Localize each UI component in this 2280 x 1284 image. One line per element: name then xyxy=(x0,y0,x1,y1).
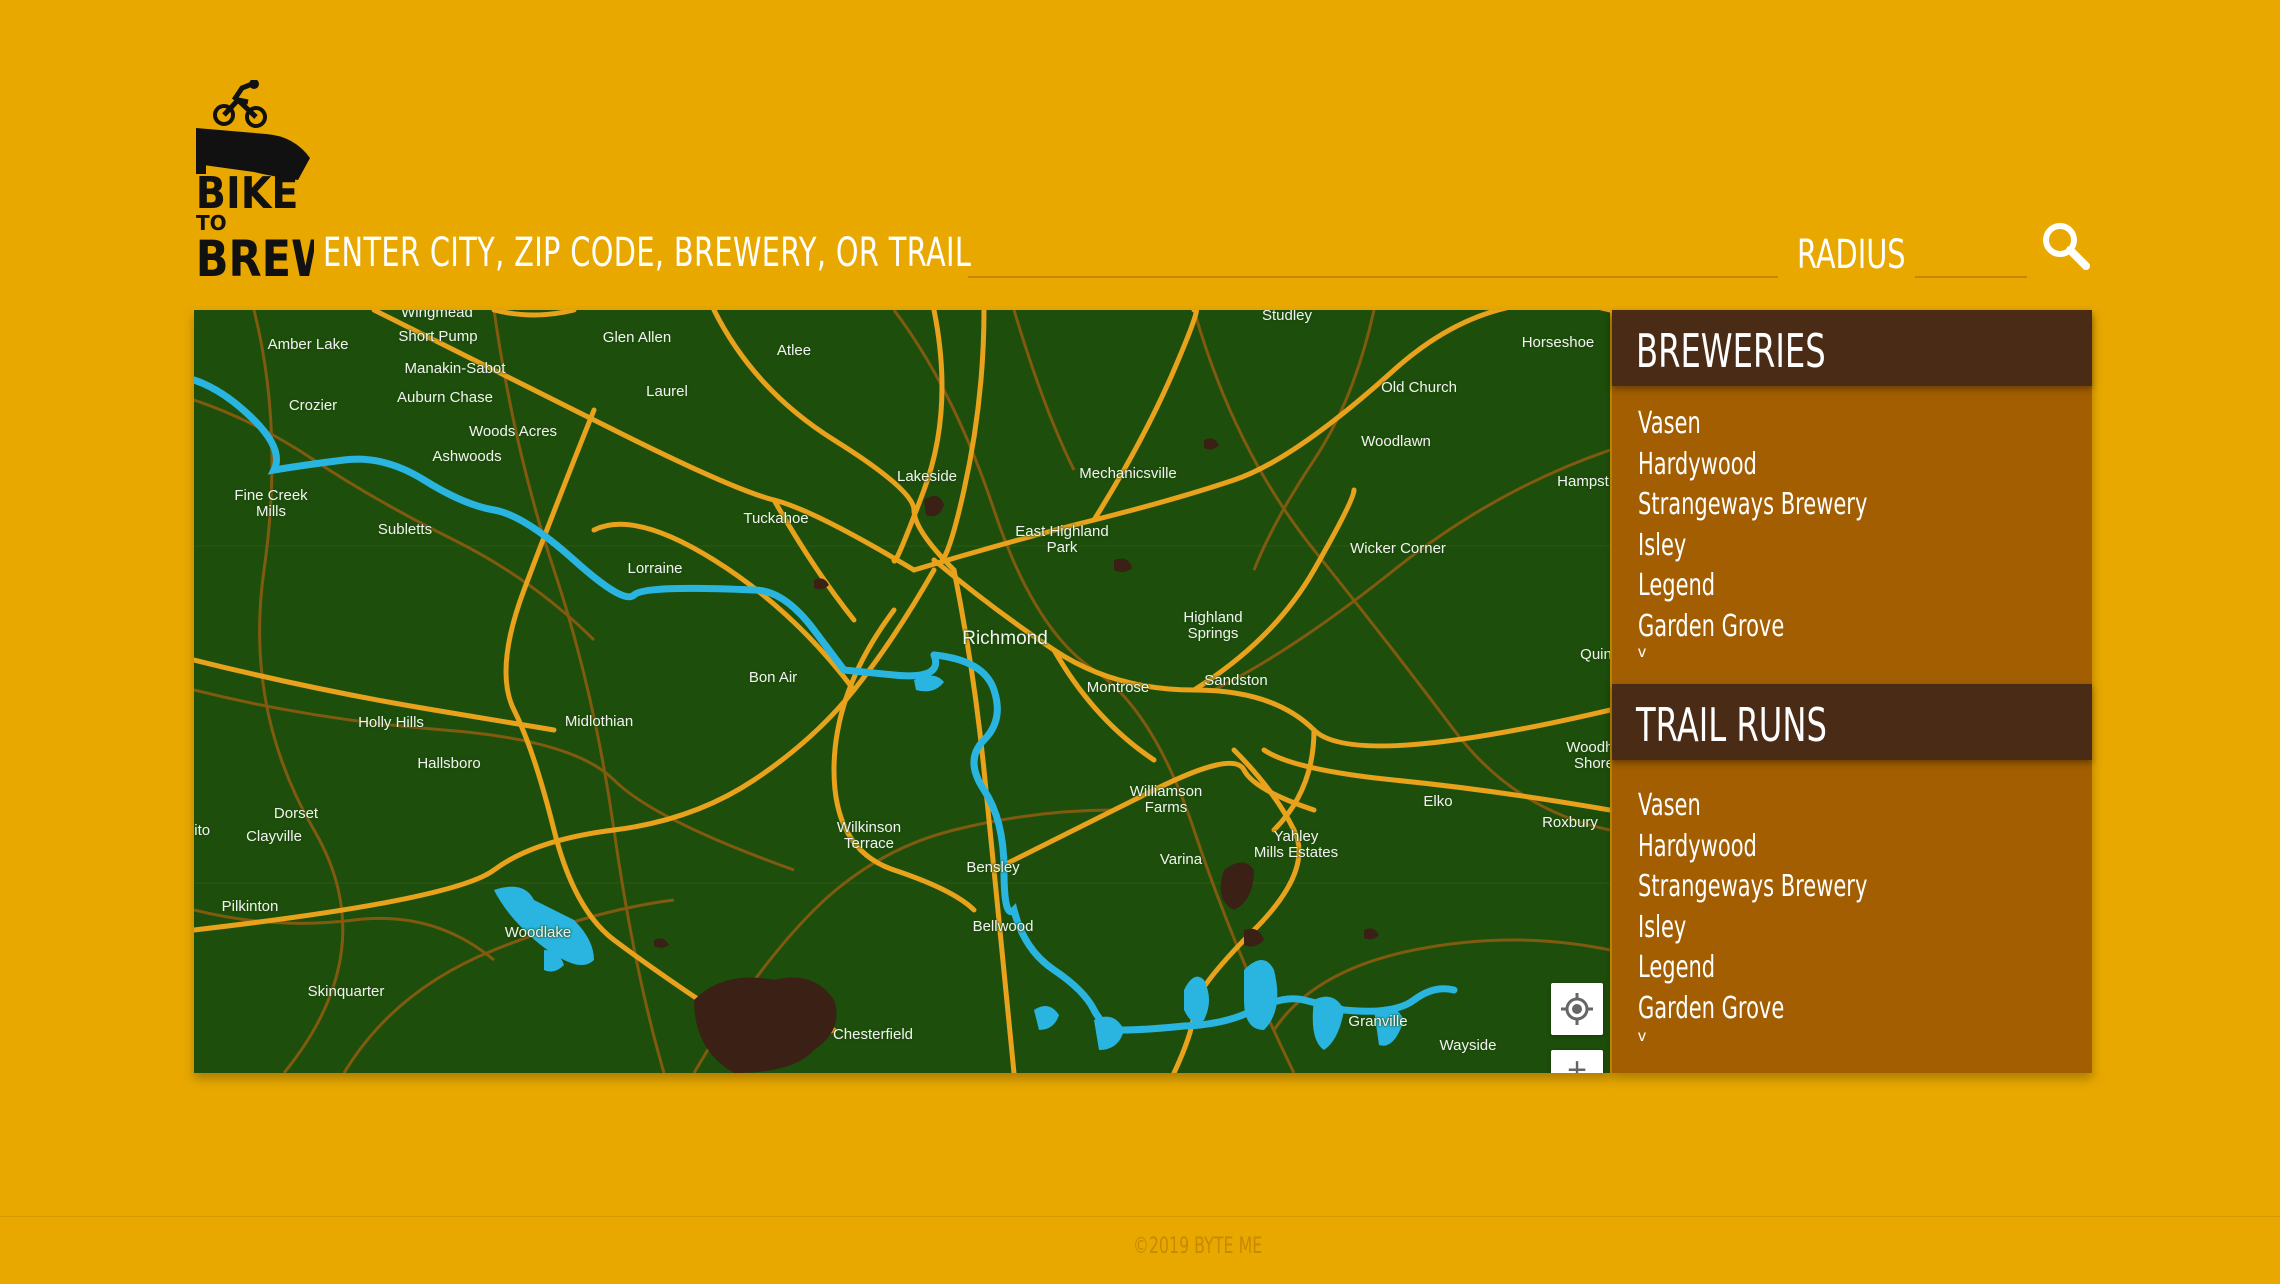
map-label: Bellwood xyxy=(972,918,1034,935)
trail-runs-more-chevron-icon[interactable]: v xyxy=(1638,1028,1646,1046)
map-label: Highland Springs xyxy=(1183,609,1243,642)
trail-runs-header: TRAIL RUNS xyxy=(1612,684,2092,760)
map-label: Amber Lake xyxy=(267,336,349,353)
map-label: Old Church xyxy=(1381,379,1457,396)
map-label: Ashwoods xyxy=(432,448,502,465)
map-label: Elko xyxy=(1423,793,1453,810)
breweries-header: BREWERIES xyxy=(1612,310,2092,386)
map-label: Lorraine xyxy=(627,560,683,577)
map-label: East Highland Park xyxy=(1015,523,1109,556)
trail-run-item[interactable]: Garden Grove xyxy=(1638,991,1867,1032)
crosshair-icon xyxy=(1561,993,1593,1025)
map-label: Manakin-Sabot xyxy=(404,360,506,377)
map-label: Skinquarter xyxy=(307,983,385,1000)
map-label: Woodlake xyxy=(504,924,572,941)
footer-divider xyxy=(0,1216,2280,1217)
map-label: Holly Hills xyxy=(358,714,424,731)
trail-run-item[interactable]: Vasen xyxy=(1638,788,1867,829)
map-label: Bensley xyxy=(966,859,1020,876)
results-panel: BREWERIES Vasen Hardywood Strangeways Br… xyxy=(1612,310,2092,1073)
trail-runs-list: Vasen Hardywood Strangeways Brewery Isle… xyxy=(1638,788,1966,1031)
map-label: Atlee xyxy=(776,342,812,359)
logo-graphic: BIKE TO BREW xyxy=(196,79,338,288)
map-label: Glen Allen xyxy=(602,329,672,346)
brewery-item[interactable]: Hardywood xyxy=(1638,447,1867,488)
map-label: Mechanicsville xyxy=(1079,465,1177,482)
map-label: Bon Air xyxy=(748,669,798,686)
breweries-list: Vasen Hardywood Strangeways Brewery Isle… xyxy=(1638,406,1966,649)
map-label: Chesterfield xyxy=(832,1026,914,1043)
map-label: Horseshoe xyxy=(1521,334,1595,351)
brewery-item[interactable]: Isley xyxy=(1638,528,1867,569)
map-label: Clayville xyxy=(246,828,302,845)
my-location-button[interactable] xyxy=(1551,983,1603,1035)
map-label: Woodha Shore xyxy=(1566,739,1610,772)
map-label: Hampst xyxy=(1557,473,1609,490)
map-label: Wayside xyxy=(1439,1037,1497,1054)
trail-runs-title: TRAIL RUNS xyxy=(1636,698,1827,752)
map-label: Sandston xyxy=(1204,672,1268,689)
brewery-item[interactable]: Garden Grove xyxy=(1638,609,1867,650)
map-label: Crozier xyxy=(288,397,338,414)
map-label: hito xyxy=(194,822,211,839)
copyright-text: ©2019 BYTE ME xyxy=(1133,1234,1263,1259)
brewery-item[interactable]: Legend xyxy=(1638,568,1867,609)
breweries-more-chevron-icon[interactable]: v xyxy=(1638,644,1646,662)
map-label: Wicker Corner xyxy=(1350,540,1446,557)
zoom-in-button[interactable]: + xyxy=(1551,1050,1603,1073)
map-label: Dorset xyxy=(273,805,319,822)
map-label: Tuckahoe xyxy=(743,510,809,527)
search-input[interactable] xyxy=(968,232,1778,278)
map-label: Williamson Farms xyxy=(1129,783,1203,816)
search-button[interactable] xyxy=(2040,220,2092,272)
map-label: Pilkinton xyxy=(221,898,279,915)
map-label: Wingmead xyxy=(401,310,473,321)
bike-to-brew-logo[interactable]: BIKE TO BREW xyxy=(194,79,338,288)
brewery-item[interactable]: Vasen xyxy=(1638,406,1867,447)
map-label: Hallsboro xyxy=(417,755,481,772)
breweries-title: BREWERIES xyxy=(1636,324,1826,378)
map-label: Richmond xyxy=(962,628,1048,649)
map-label: Woods Acres xyxy=(468,423,558,440)
search-label: ENTER CITY, ZIP CODE, BREWERY, OR TRAIL xyxy=(323,230,972,276)
map-label: Roxbury xyxy=(1542,814,1598,831)
map-base-layer xyxy=(194,310,1610,1073)
map-label: Woodlawn xyxy=(1361,433,1431,450)
map-label: Granville xyxy=(1348,1013,1408,1030)
map-label: Montrose xyxy=(1086,679,1150,696)
map-view[interactable]: Wingmead Amber Lake Short Pump Glen Allen At… xyxy=(194,310,1610,1073)
map-label: Studley xyxy=(1261,310,1313,324)
map-label: Fine Creek Mills xyxy=(234,487,308,520)
radius-label: RADIUS xyxy=(1797,232,1906,278)
map-label: Subletts xyxy=(377,521,433,538)
trail-run-item[interactable]: Legend xyxy=(1638,950,1867,991)
map-label: Yahley Mills Estates xyxy=(1253,828,1339,861)
svg-text:BREW: BREW xyxy=(196,230,314,280)
map-label: Quin xyxy=(1580,646,1610,663)
map-label: Auburn Chase xyxy=(397,389,493,406)
map-label: Short Pump xyxy=(398,328,478,345)
trail-run-item[interactable]: Strangeways Brewery xyxy=(1638,869,1867,910)
radius-input[interactable] xyxy=(1915,236,2027,278)
map-label: Varina xyxy=(1159,851,1203,868)
map-label: Midlothian xyxy=(564,713,634,730)
map-label: Laurel xyxy=(646,383,688,400)
map-label: Wilkinson Terrace xyxy=(836,819,902,852)
trail-run-item[interactable]: Isley xyxy=(1638,910,1867,951)
search-icon xyxy=(2043,223,2090,270)
map-label: Lakeside xyxy=(896,468,958,485)
brewery-item[interactable]: Strangeways Brewery xyxy=(1638,487,1867,528)
trail-run-item[interactable]: Hardywood xyxy=(1638,829,1867,870)
